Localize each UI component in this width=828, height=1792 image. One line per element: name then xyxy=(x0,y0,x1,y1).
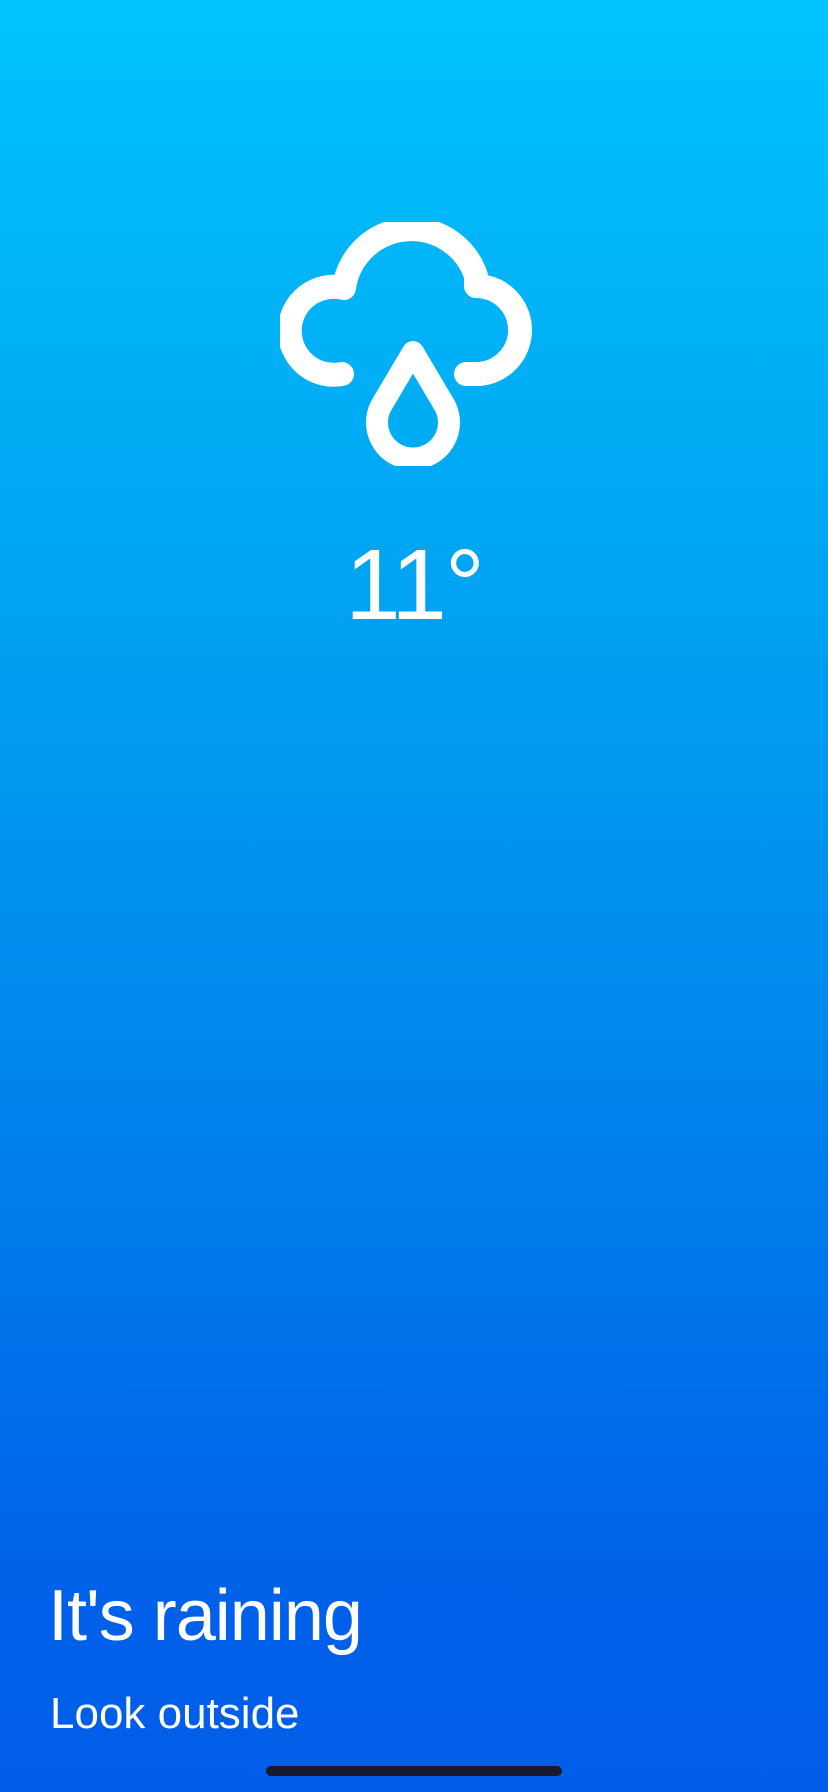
weather-headline: It's raining xyxy=(48,1576,363,1656)
temperature: 11° xyxy=(345,529,485,641)
home-indicator[interactable] xyxy=(266,1766,562,1776)
weather-subline: Look outside xyxy=(50,1689,300,1738)
cloud-rain-icon xyxy=(280,222,546,466)
